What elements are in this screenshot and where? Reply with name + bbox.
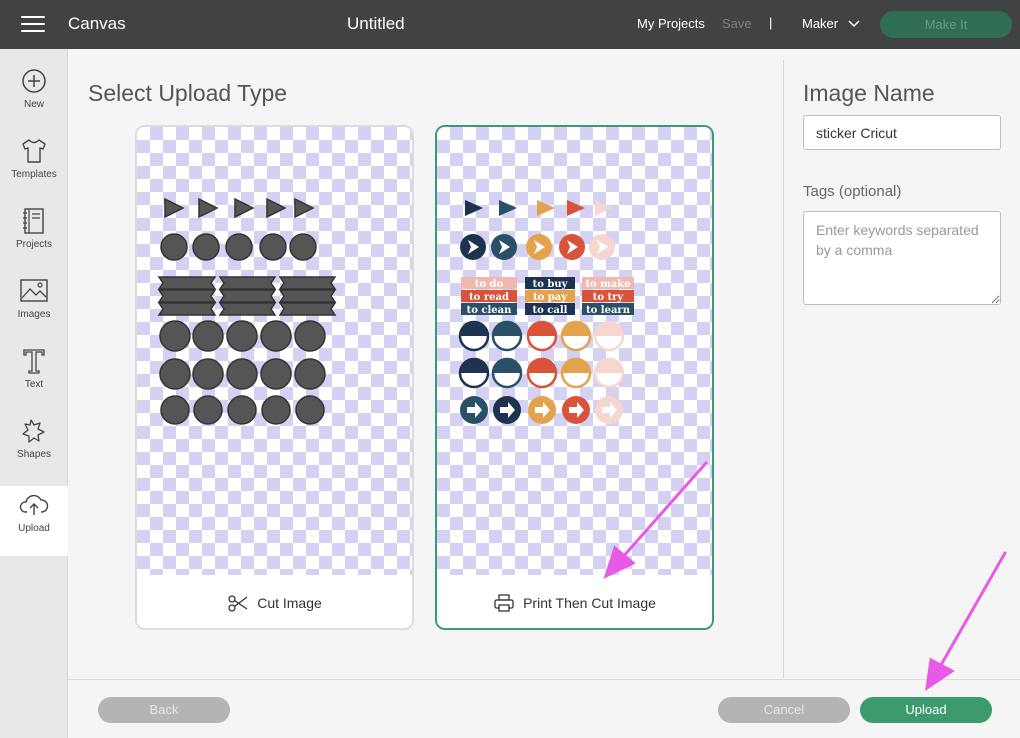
sticker-label: to make xyxy=(585,279,630,290)
sidebar-item-label: Text xyxy=(24,379,44,390)
tags-label: Tags (optional) xyxy=(803,183,902,200)
app-title: Canvas xyxy=(68,14,126,33)
sidebar-item-label: Upload xyxy=(18,523,50,534)
sticker-label: to buy xyxy=(533,279,569,290)
image-name-input[interactable] xyxy=(803,115,1001,150)
plus-circle-icon xyxy=(22,69,46,93)
cut-image-label: Cut Image xyxy=(257,594,322,611)
panel-divider xyxy=(783,60,784,678)
annotation-arrow xyxy=(939,551,1007,667)
sidebar-item-shapes[interactable]: Shapes xyxy=(0,416,68,486)
cut-image-footer[interactable]: Cut Image xyxy=(137,575,412,628)
tags-input[interactable] xyxy=(803,211,1001,305)
sidebar-item-label: Images xyxy=(17,309,51,320)
machine-select-label: Maker xyxy=(802,16,839,31)
sidebar-item-text[interactable]: Text xyxy=(0,346,68,416)
sticker-label: to do xyxy=(475,279,504,290)
sticker-label: to call xyxy=(533,305,568,316)
my-projects-link[interactable]: My Projects xyxy=(637,16,705,31)
sidebar-item-label: Projects xyxy=(15,239,53,250)
make-it-button[interactable]: Make It xyxy=(880,11,1012,38)
sticker-label: to pay xyxy=(533,292,568,303)
sidebar-item-templates[interactable]: Templates xyxy=(0,136,68,206)
sidebar-item-new[interactable]: New xyxy=(0,66,68,136)
sticker-label: to try xyxy=(593,292,625,303)
sticker-label: to learn xyxy=(586,305,631,316)
back-button[interactable]: Back xyxy=(98,697,230,723)
sidebar-item-upload[interactable]: Upload xyxy=(0,486,68,556)
save-link[interactable]: Save xyxy=(722,16,752,31)
print-then-cut-option[interactable]: to do to buy to make to read to pay to t… xyxy=(435,125,714,630)
sidebar-item-projects[interactable]: Projects xyxy=(0,206,68,276)
cut-image-preview-graphic xyxy=(157,197,337,425)
sidebar-item-label: Shapes xyxy=(17,449,51,460)
chevron-down-icon xyxy=(848,19,860,27)
sticker-label: to clean xyxy=(467,305,513,316)
printer-icon xyxy=(494,593,514,612)
image-name-title: Image Name xyxy=(803,80,935,106)
print-then-cut-preview: to do to buy to make to read to pay to t… xyxy=(437,127,712,575)
print-then-cut-preview-graphic: to do to buy to make to read to pay to t… xyxy=(458,200,634,424)
sidebar: New Templates Projects Images Text Shape… xyxy=(0,49,68,738)
top-bar: Canvas Untitled My Projects Save | Maker… xyxy=(0,0,1020,49)
text-t-icon xyxy=(23,349,45,374)
cancel-button[interactable]: Cancel xyxy=(718,697,850,723)
image-icon xyxy=(20,279,48,302)
tshirt-icon xyxy=(22,139,46,163)
upload-button[interactable]: Upload xyxy=(860,697,992,723)
sidebar-item-label: Templates xyxy=(11,169,57,180)
hamburger-menu-icon[interactable] xyxy=(21,16,45,34)
cut-image-preview xyxy=(137,127,412,575)
cloud-upload-icon xyxy=(19,494,49,515)
page-title: Select Upload Type xyxy=(88,80,288,106)
print-then-cut-footer[interactable]: Print Then Cut Image xyxy=(437,575,712,628)
separator: | xyxy=(769,15,773,30)
notebook-icon xyxy=(23,208,44,234)
print-then-cut-label: Print Then Cut Image xyxy=(523,594,656,611)
shapes-icon xyxy=(22,419,45,443)
sidebar-item-images[interactable]: Images xyxy=(0,276,68,346)
document-title[interactable]: Untitled xyxy=(347,14,405,34)
sidebar-item-label: New xyxy=(23,99,44,110)
cut-image-option[interactable]: Cut Image xyxy=(135,125,414,630)
sticker-label: to read xyxy=(469,292,509,303)
machine-select[interactable]: Maker xyxy=(802,16,860,31)
scissors-icon xyxy=(228,594,248,612)
